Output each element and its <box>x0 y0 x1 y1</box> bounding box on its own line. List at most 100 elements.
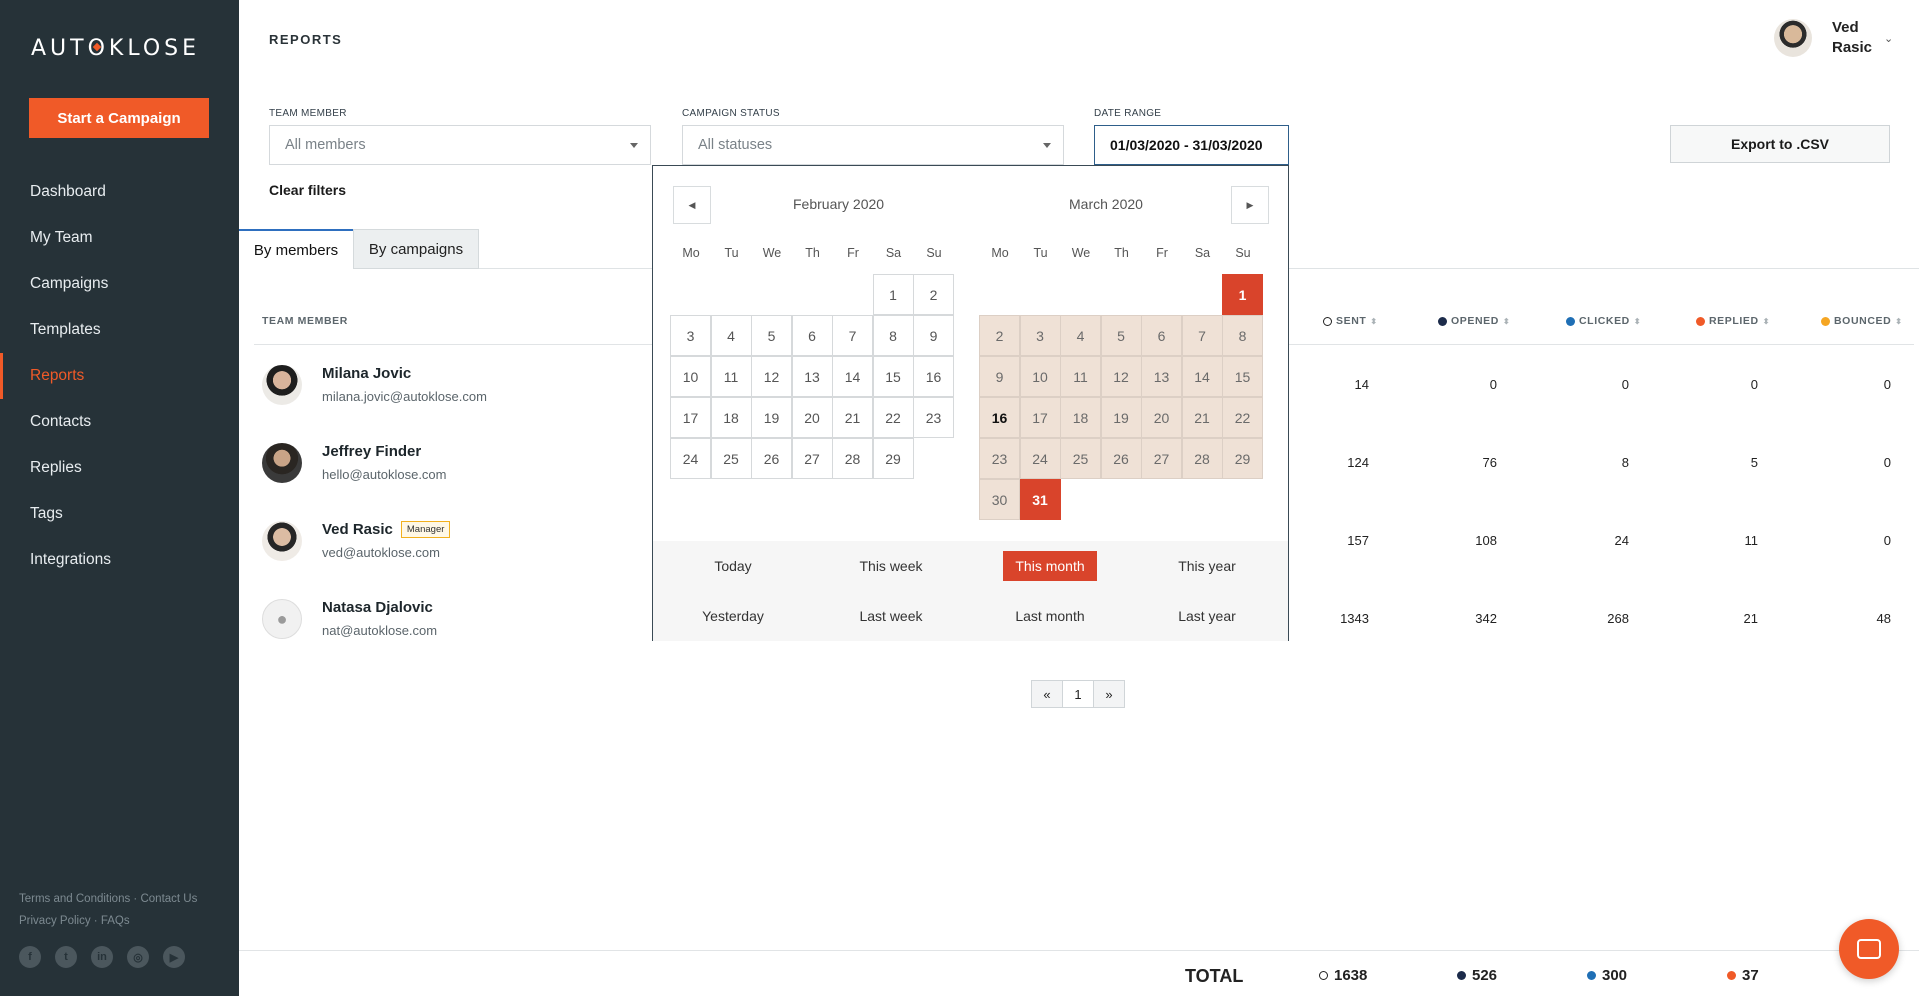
calendar-day[interactable]: 16 <box>979 397 1020 438</box>
sidebar-item-templates[interactable]: Templates <box>0 307 239 353</box>
member-name[interactable]: Natasa Djalovic <box>322 599 433 616</box>
sidebar-item-reports[interactable]: Reports <box>0 353 239 399</box>
page-button[interactable]: 1 <box>1062 680 1094 708</box>
sidebar-item-dashboard[interactable]: Dashboard <box>0 169 239 215</box>
preset-yesterday[interactable]: Yesterday <box>663 601 803 631</box>
column-header-bounced[interactable]: BOUNCED ⬍ <box>1821 315 1903 327</box>
calendar-day[interactable]: 18 <box>1060 397 1101 438</box>
calendar-day[interactable]: 31 <box>1019 479 1061 520</box>
team-member-select[interactable]: All members <box>269 125 651 165</box>
calendar-day[interactable]: 11 <box>710 356 752 397</box>
calendar-day[interactable]: 5 <box>751 315 792 356</box>
calendar-day[interactable]: 22 <box>1222 397 1263 438</box>
autoklose-logo[interactable]: AUTOKLOSE <box>31 36 200 61</box>
calendar-day[interactable]: 26 <box>751 438 792 479</box>
calendar-day[interactable]: 12 <box>1100 356 1142 397</box>
column-header-clicked[interactable]: CLICKED ⬍ <box>1566 315 1641 327</box>
calendar-day[interactable]: 1 <box>1222 274 1263 315</box>
youtube-icon[interactable]: ▶ <box>163 946 185 968</box>
calendar-day[interactable]: 6 <box>791 315 833 356</box>
calendar-day[interactable]: 16 <box>913 356 954 397</box>
calendar-day[interactable]: 24 <box>670 438 711 479</box>
clear-filters-link[interactable]: Clear filters <box>269 182 346 198</box>
chat-support-button[interactable] <box>1839 919 1899 979</box>
calendar-day[interactable]: 22 <box>872 397 914 438</box>
calendar-day[interactable]: 10 <box>1019 356 1061 397</box>
calendar-day[interactable]: 21 <box>1181 397 1223 438</box>
calendar-day[interactable]: 25 <box>710 438 752 479</box>
calendar-day[interactable]: 5 <box>1100 315 1142 356</box>
calendar-day[interactable]: 19 <box>1100 397 1142 438</box>
member-name[interactable]: Ved Rasic Manager <box>322 521 451 538</box>
calendar-day[interactable]: 7 <box>832 315 873 356</box>
sidebar-item-tags[interactable]: Tags <box>0 491 239 537</box>
instagram-icon[interactable]: ◎ <box>127 946 149 968</box>
calendar-day[interactable]: 27 <box>791 438 833 479</box>
preset-this-month[interactable]: This month <box>1003 551 1097 581</box>
export-csv-button[interactable]: Export to .CSV <box>1670 125 1890 163</box>
calendar-day[interactable]: 21 <box>832 397 873 438</box>
calendar-day[interactable]: 15 <box>1222 356 1263 397</box>
calendar-day[interactable]: 13 <box>791 356 833 397</box>
calendar-day[interactable]: 15 <box>872 356 914 397</box>
calendar-day[interactable]: 23 <box>979 438 1020 479</box>
prev-page-button[interactable]: « <box>1031 680 1063 708</box>
member-name[interactable]: Milana Jovic <box>322 365 411 382</box>
calendar-day[interactable]: 26 <box>1100 438 1142 479</box>
sidebar-item-replies[interactable]: Replies <box>0 445 239 491</box>
next-page-button[interactable]: » <box>1093 680 1125 708</box>
calendar-day[interactable]: 2 <box>913 274 954 315</box>
calendar-day[interactable]: 18 <box>710 397 752 438</box>
calendar-day[interactable]: 8 <box>1222 315 1263 356</box>
next-month-button[interactable]: ▶ <box>1231 186 1269 224</box>
calendar-day[interactable]: 20 <box>1141 397 1182 438</box>
campaign-status-select[interactable]: All statuses <box>682 125 1064 165</box>
calendar-day[interactable]: 29 <box>872 438 914 479</box>
calendar-day[interactable]: 4 <box>710 315 752 356</box>
preset-this-year[interactable]: This year <box>1137 551 1277 581</box>
prev-month-button[interactable]: ◀ <box>673 186 711 224</box>
facebook-icon[interactable]: f <box>19 946 41 968</box>
preset-today[interactable]: Today <box>663 551 803 581</box>
twitter-icon[interactable]: t <box>55 946 77 968</box>
calendar-day[interactable]: 1 <box>872 274 914 315</box>
column-header-opened[interactable]: OPENED ⬍ <box>1438 315 1510 327</box>
column-header-replied[interactable]: REPLIED ⬍ <box>1696 315 1770 327</box>
sidebar-item-contacts[interactable]: Contacts <box>0 399 239 445</box>
terms-link[interactable]: Terms and Conditions <box>19 893 130 905</box>
preset-last-year[interactable]: Last year <box>1137 601 1277 631</box>
calendar-day[interactable]: 9 <box>979 356 1020 397</box>
member-name[interactable]: Jeffrey Finder <box>322 443 421 460</box>
calendar-day[interactable]: 25 <box>1060 438 1101 479</box>
calendar-day[interactable]: 17 <box>670 397 711 438</box>
user-menu[interactable]: Ved Rasic ⌄ <box>1774 18 1893 58</box>
tab-by-campaigns[interactable]: By campaigns <box>353 229 479 269</box>
calendar-day[interactable]: 6 <box>1141 315 1182 356</box>
calendar-day[interactable]: 14 <box>1181 356 1223 397</box>
calendar-day[interactable]: 24 <box>1019 438 1061 479</box>
date-range-input[interactable]: 01/03/2020 - 31/03/2020 <box>1094 125 1289 165</box>
calendar-day[interactable]: 30 <box>979 479 1020 520</box>
calendar-day[interactable]: 12 <box>751 356 792 397</box>
calendar-day[interactable]: 11 <box>1060 356 1101 397</box>
calendar-day[interactable]: 28 <box>832 438 873 479</box>
calendar-day[interactable]: 9 <box>913 315 954 356</box>
calendar-day[interactable]: 14 <box>832 356 873 397</box>
calendar-day[interactable]: 28 <box>1181 438 1223 479</box>
tab-by-members[interactable]: By members <box>239 229 353 269</box>
preset-last-week[interactable]: Last week <box>821 601 961 631</box>
chevron-down-icon[interactable]: ⌄ <box>1884 32 1893 45</box>
calendar-day[interactable]: 19 <box>751 397 792 438</box>
faqs-link[interactable]: FAQs <box>101 915 130 927</box>
calendar-day[interactable]: 3 <box>670 315 711 356</box>
column-header-team-member[interactable]: TEAM MEMBER <box>262 315 348 327</box>
calendar-day[interactable]: 13 <box>1141 356 1182 397</box>
calendar-day[interactable]: 29 <box>1222 438 1263 479</box>
calendar-day[interactable]: 10 <box>670 356 711 397</box>
calendar-day[interactable]: 3 <box>1019 315 1061 356</box>
sidebar-item-campaigns[interactable]: Campaigns <box>0 261 239 307</box>
preset-last-month[interactable]: Last month <box>980 601 1120 631</box>
preset-this-week[interactable]: This week <box>821 551 961 581</box>
calendar-day[interactable]: 17 <box>1019 397 1061 438</box>
column-header-sent[interactable]: SENT ⬍ <box>1323 315 1378 327</box>
